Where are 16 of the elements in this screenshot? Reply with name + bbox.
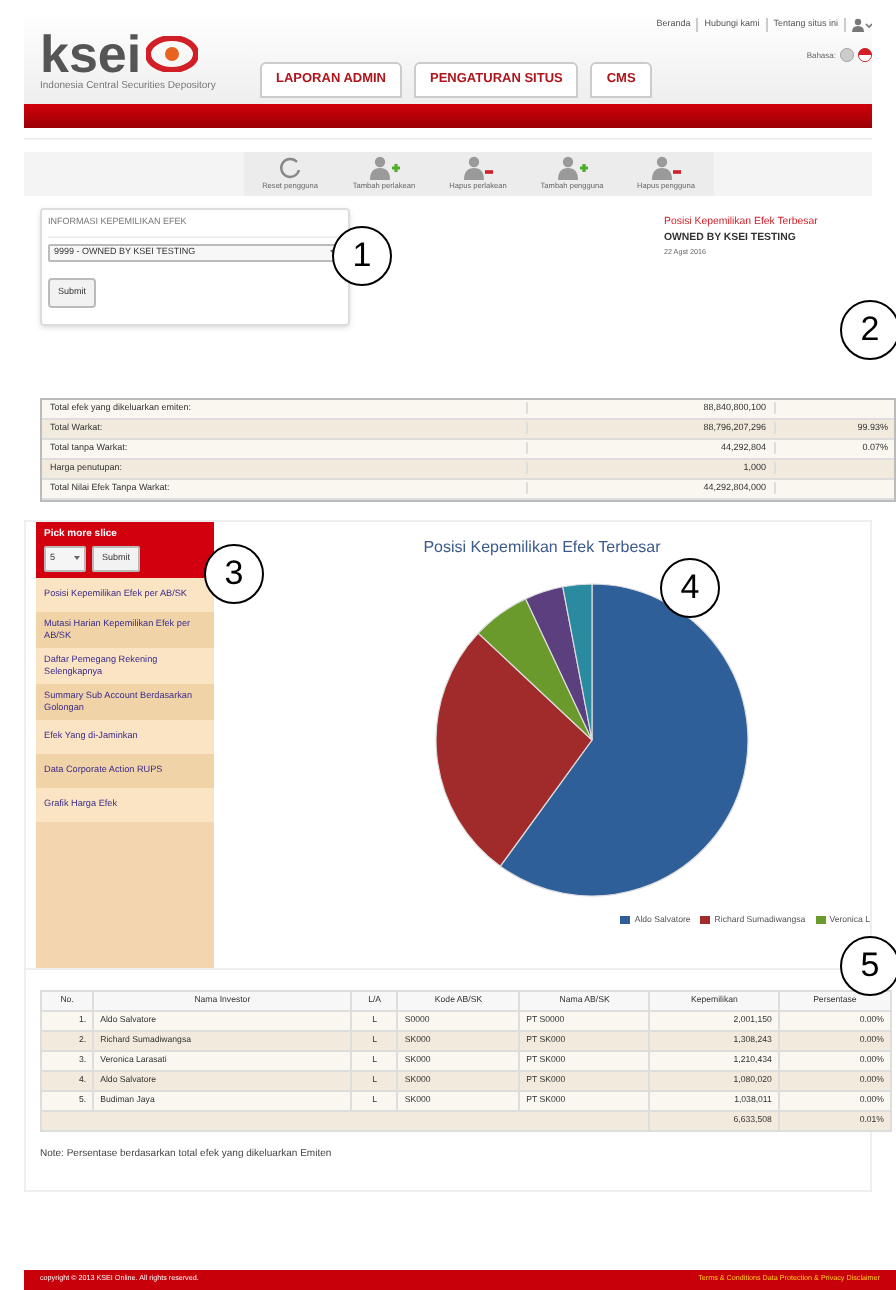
callout-number: 2 — [840, 300, 896, 360]
logo-icon — [145, 36, 198, 72]
callout-number: 1 — [332, 226, 392, 286]
add-user-icon — [368, 156, 400, 181]
callout-number: 3 — [204, 544, 264, 604]
remove-user-icon — [650, 156, 682, 181]
user-icon[interactable] — [852, 18, 872, 32]
add-user-icon — [556, 156, 588, 181]
indonesia-flag-icon[interactable] — [858, 48, 872, 62]
chart-title: Posisi Kepemilikan Efek Terbesar — [423, 535, 661, 559]
logo-text: ksei — [40, 28, 142, 80]
dropdown-icon — [74, 556, 80, 561]
remove-user-icon — [462, 156, 494, 181]
callout-number: 5 — [840, 936, 896, 996]
callout-number: 4 — [660, 558, 720, 618]
reset-icon — [278, 156, 302, 181]
